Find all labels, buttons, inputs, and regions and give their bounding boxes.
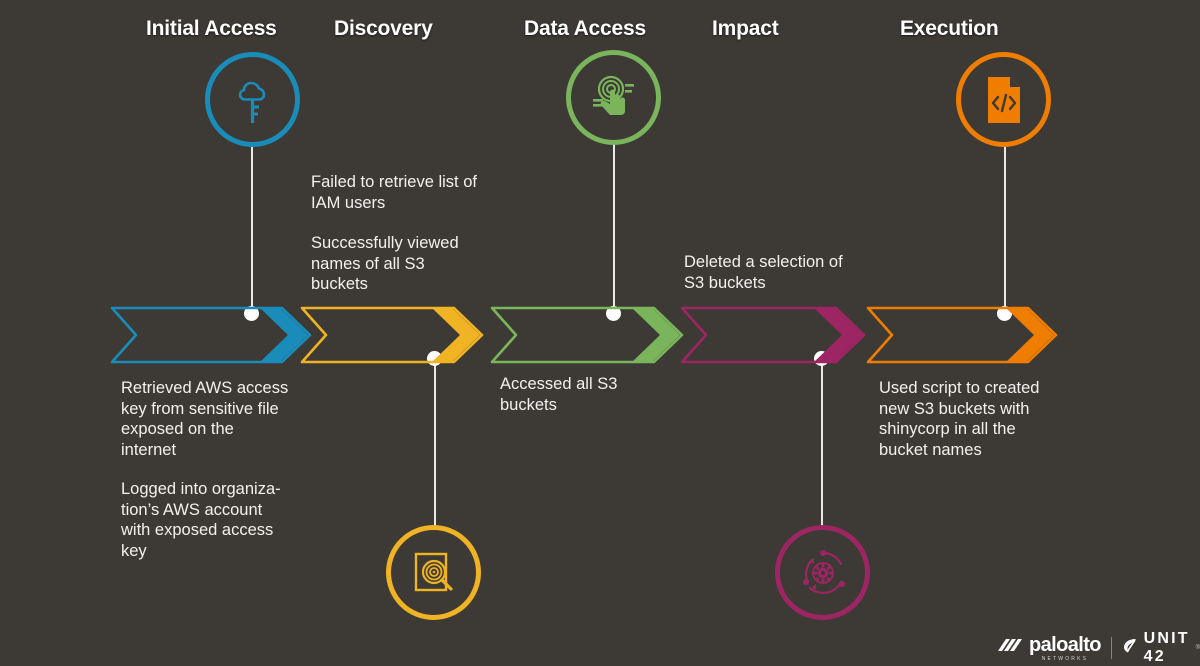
stage-label-initial-access: Initial Access (146, 17, 277, 40)
paloalto-logo-mark (998, 637, 1024, 662)
connector-line-data-access (613, 144, 615, 314)
stage-chevron-discovery[interactable] (300, 306, 490, 364)
stage-label-execution: Execution (900, 17, 999, 40)
icon-circle-impact (775, 525, 870, 620)
connector-line-initial-access (251, 146, 253, 314)
note-data-access-1: Accessed all S3 buckets (500, 375, 618, 414)
connector-line-impact (821, 356, 823, 528)
fingerprint-touch-icon (588, 72, 640, 124)
code-document-icon (984, 75, 1024, 125)
branding-logos: paloalto NETWORKS UNIT 42 ® (998, 630, 1200, 666)
document-search-target-icon (409, 548, 459, 598)
connector-line-discovery (434, 356, 436, 528)
unit42-logo-mark (1122, 637, 1140, 660)
stage-label-discovery: Discovery (334, 17, 433, 40)
note-impact-1: Deleted a selection of S3 buckets (684, 253, 843, 292)
paloalto-wordmark: paloalto NETWORKS (1029, 635, 1101, 662)
diagram-canvas: Initial Access Discovery Data Access Imp… (0, 0, 1200, 666)
stage-chevron-impact[interactable] (680, 306, 872, 364)
stage-chevron-execution[interactable] (866, 306, 1064, 364)
logo-divider (1110, 637, 1112, 659)
stage-chevron-data-access[interactable] (490, 306, 690, 364)
paloalto-subtitle: NETWORKS (1041, 655, 1089, 662)
connector-line-execution (1004, 146, 1006, 314)
icon-circle-discovery (386, 525, 481, 620)
icon-circle-execution (956, 52, 1051, 147)
unit42-logo: UNIT 42 ® (1122, 630, 1200, 666)
unit42-trademark: ® (1195, 645, 1200, 651)
icon-circle-initial-access (205, 52, 300, 147)
note-discovery-2: Successfully viewed names of all S3 buck… (311, 234, 459, 293)
paloalto-name: paloalto (1029, 633, 1101, 656)
cloud-key-icon (231, 74, 275, 126)
note-initial-access-2: Logged into organiza- tion’s AWS account… (121, 480, 281, 560)
note-initial-access-1: Retrieved AWS access key from sensitive … (121, 379, 289, 459)
unit42-wordmark: UNIT 42 (1143, 630, 1190, 665)
stage-label-impact: Impact (712, 17, 779, 40)
icon-circle-data-access (566, 50, 661, 145)
note-execution-1: Used script to created new S3 buckets wi… (879, 379, 1040, 459)
gear-cycle-icon (796, 546, 850, 600)
stage-chevron-initial-access[interactable] (110, 306, 318, 364)
paloalto-logo: paloalto NETWORKS (998, 635, 1101, 662)
note-discovery-1: Failed to retrieve list of IAM users (311, 173, 477, 212)
